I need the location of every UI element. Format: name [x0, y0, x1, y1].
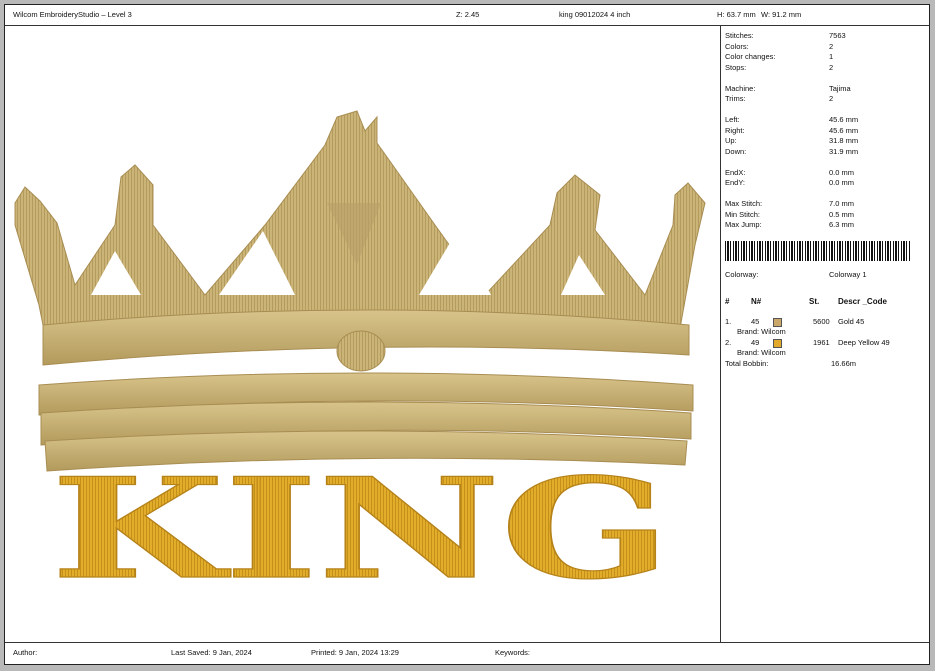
stat-value: 31.8 mm [829, 136, 859, 145]
stat-value: 0.0 mm [829, 167, 855, 177]
stat-label: Down: [725, 146, 747, 156]
header-bar: Wilcom EmbroideryStudio – Level 3 Z: 2.4… [5, 5, 929, 26]
design-height: H: 63.7 mm [717, 10, 756, 19]
stat-value: 1 [829, 52, 834, 61]
thread-2-descr: Deep Yellow 49 [838, 338, 890, 347]
stat-value: 2 [829, 41, 834, 51]
last-saved: Last Saved: 9 Jan, 2024 [171, 648, 252, 657]
crown-shape [14, 110, 706, 472]
print-preview-sheet: Wilcom EmbroideryStudio – Level 3 Z: 2.4… [4, 4, 930, 665]
zoom-level: Z: 2.45 [456, 10, 480, 19]
stat-row: Down: 31.9 mm [725, 147, 925, 157]
stat-label: Max Jump: [725, 220, 762, 229]
stat-value: Tajima [829, 83, 851, 93]
stat-label: Min Stitch: [725, 209, 761, 219]
total-bobbin-label: Total Bobbin: [725, 359, 769, 368]
stat-row: Color changes: 1 [725, 52, 925, 62]
col-header-stitches: St. [809, 297, 820, 306]
col-header-n: N# [751, 297, 762, 306]
thread-2-number: 49 [751, 338, 760, 347]
design-width: W: 91.2 mm [761, 10, 802, 19]
app-title: Wilcom EmbroideryStudio – Level 3 [13, 10, 132, 19]
stat-row: Stops: 2 [725, 63, 925, 73]
stat-label: EndX: [725, 167, 746, 177]
stat-value: 2 [829, 94, 834, 103]
stat-label: Trims: [725, 94, 746, 103]
thread-1-swatch [773, 318, 782, 327]
design-info-panel: Colorway: Colorway 1 # N# St. Descr _Cod… [721, 25, 929, 642]
thread-2-index: 2. [725, 338, 732, 347]
stat-value: 7.0 mm [829, 199, 855, 208]
stat-label: EndY: [725, 178, 746, 187]
stat-row: Max Stitch: 7.0 mm [725, 199, 925, 209]
thread-1-index: 1. [725, 317, 732, 326]
stat-label: Up: [725, 136, 737, 145]
design-canvas[interactable]: KING [5, 25, 721, 642]
author-label: Author: [13, 648, 38, 657]
stat-row: Right: 45.6 mm [725, 126, 925, 136]
stat-label: Max Stitch: [725, 199, 763, 208]
colorway-row: Colorway: Colorway 1 [725, 270, 867, 279]
stat-row: Max Jump: 6.3 mm [725, 220, 925, 230]
stat-row: Trims: 2 [725, 94, 925, 104]
crown-design: KING [14, 110, 706, 611]
keywords-label: Keywords: [495, 648, 531, 657]
stat-row: EndX: 0.0 mm [725, 168, 925, 178]
thread-1-descr: Gold 45 [838, 317, 865, 326]
footer-bar: Author: Last Saved: 9 Jan, 2024 Printed:… [5, 642, 929, 665]
stat-row: Left: 45.6 mm [725, 115, 925, 125]
file-name: king 09012024 4 inch [559, 10, 631, 19]
stat-label: Color changes: [725, 52, 776, 61]
stat-value: 0.5 mm [829, 209, 855, 219]
thread-1-brand: Brand: Wilcom [737, 327, 786, 336]
stat-label: Stitches: [725, 31, 754, 40]
stat-row: Min Stitch: 0.5 mm [725, 210, 925, 220]
king-text: KING [51, 447, 671, 610]
stat-value: 0.0 mm [829, 178, 855, 187]
stat-label: Stops: [725, 62, 747, 72]
col-header-num: # [725, 297, 730, 306]
stat-label: Right: [725, 125, 745, 135]
col-header-descr: Descr _Code [838, 297, 887, 306]
stat-label: Machine: [725, 83, 756, 93]
thread-2-swatch [773, 339, 782, 348]
thread-2-stitches: 1961 [813, 338, 830, 347]
stat-row: Stitches: 7563 [725, 31, 925, 41]
thread-2-brand: Brand: Wilcom [737, 348, 786, 357]
thread-1-number: 45 [751, 317, 760, 326]
stat-label: Left: [725, 115, 740, 124]
stat-label: Colors: [725, 41, 749, 51]
stat-row: EndY: 0.0 mm [725, 178, 925, 188]
stat-value: 45.6 mm [829, 125, 859, 135]
stat-row: Colors: 2 [725, 42, 925, 52]
stat-value: 45.6 mm [829, 115, 859, 124]
printed-date: Printed: 9 Jan, 2024 13:29 [311, 648, 399, 657]
thread-1-stitches: 5600 [813, 317, 830, 326]
stat-value: 31.9 mm [829, 146, 859, 156]
stat-value: 6.3 mm [829, 220, 855, 229]
stat-row: Up: 31.8 mm [725, 136, 925, 146]
stat-row: Machine: Tajima [725, 84, 925, 94]
barcode [725, 241, 911, 261]
stat-value: 2 [829, 62, 834, 72]
stat-value: 7563 [829, 31, 846, 40]
king-lettering: KING [50, 446, 671, 610]
total-bobbin-value: 16.66m [831, 359, 857, 368]
